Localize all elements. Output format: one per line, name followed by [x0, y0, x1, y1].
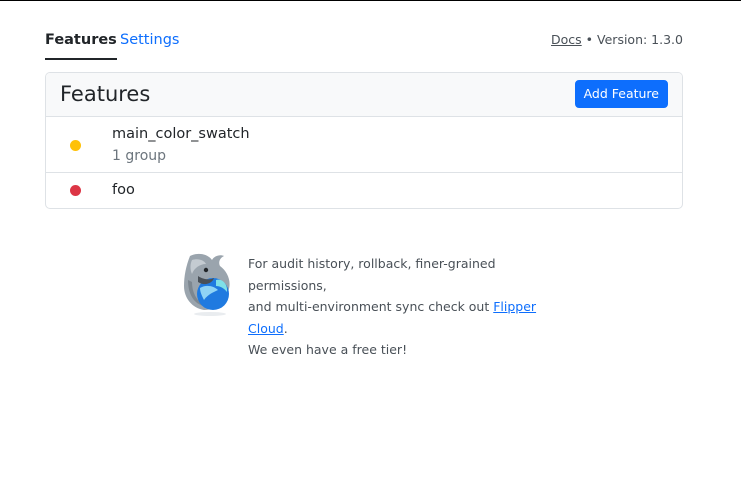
promo-line-1: For audit history, rollback, finer-grain… [248, 256, 496, 293]
promo-line-3: We even have a free tier! [248, 342, 408, 357]
version-info: Docs • Version: 1.3.0 [551, 32, 683, 48]
feature-row-main-color-swatch[interactable]: main_color_swatch 1 group [46, 117, 682, 173]
tab-features[interactable]: Features [45, 31, 117, 60]
docs-link[interactable]: Docs [551, 32, 582, 47]
add-feature-button[interactable]: Add Feature [574, 80, 668, 108]
version-separator: • [581, 32, 598, 47]
promo-line-2-suffix: . [283, 320, 288, 336]
top-nav: Features Settings Docs • Version: 1.3.0 [45, 29, 683, 60]
flipper-cloud-promo: For audit history, rollback, finer-grain… [180, 250, 570, 357]
feature-group-count: 1 group [112, 148, 167, 164]
flipper-dolphin-icon [184, 253, 230, 316]
feature-name: foo [112, 182, 135, 198]
feature-row-foo[interactable]: foo [46, 173, 682, 208]
card-title: Features [60, 82, 151, 106]
promo-line-2-prefix: and multi-environment sync check out [248, 299, 494, 314]
promo-text: For audit history, rollback, finer-grain… [248, 253, 568, 361]
tab-settings[interactable]: Settings [120, 31, 179, 49]
version-text: Version: 1.3.0 [597, 32, 683, 47]
top-border [0, 0, 741, 1]
status-dot-icon [70, 140, 81, 151]
features-card: Features Add Feature main_color_swatch 1… [45, 72, 683, 209]
promo-line-2: and multi-environment sync check out Fli… [248, 296, 568, 339]
status-dot-icon [70, 185, 81, 196]
feature-name: main_color_swatch [112, 126, 250, 142]
card-header: Features Add Feature [46, 73, 682, 117]
